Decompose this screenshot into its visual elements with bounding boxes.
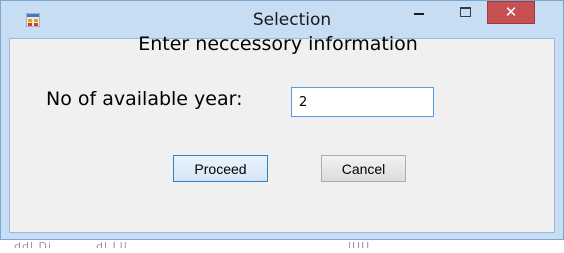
maximize-button[interactable] [451, 2, 479, 24]
background-text-3: lUU [348, 240, 371, 248]
available-year-label: No of available year: [46, 88, 243, 110]
available-year-input[interactable] [291, 87, 434, 117]
close-button[interactable]: ✕ [487, 1, 535, 24]
window-title: Selection [252, 10, 332, 30]
dialog-content [9, 38, 555, 233]
background-text-1: ddl Di [14, 240, 53, 248]
dialog-heading: Enter neccessory information [138, 33, 418, 55]
title-bar[interactable]: Selection ✕ [1, 1, 563, 37]
background-text-2: dl Lll [96, 240, 128, 248]
minimize-icon [414, 13, 424, 15]
selection-dialog-window: Selection ✕ Enter neccessory information… [0, 0, 564, 240]
minimize-button[interactable] [401, 2, 435, 24]
close-icon: ✕ [504, 3, 518, 21]
proceed-button[interactable]: Proceed [173, 155, 268, 182]
maximize-icon [460, 7, 471, 17]
cancel-button[interactable]: Cancel [321, 155, 406, 182]
